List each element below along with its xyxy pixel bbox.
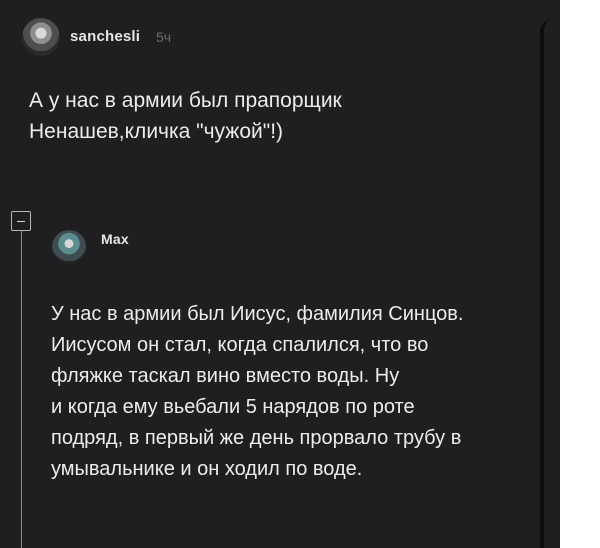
comment-author[interactable]: sanchesli <box>70 28 140 45</box>
reply-avatar[interactable] <box>52 230 86 264</box>
reply-author[interactable]: Max <box>101 231 129 247</box>
comment-line: Ненашев,кличка "чужой"!) <box>29 120 284 143</box>
reply-line: подряд, в первый же день прорвало трубу … <box>51 427 462 449</box>
reply-line: и когда ему вьебали 5 нарядов по роте <box>51 396 415 418</box>
comment-time: 5ч <box>156 29 172 45</box>
user-avatar[interactable] <box>22 18 60 56</box>
reply-line: фляжке таскал вино вместо воды. Ну <box>51 365 400 387</box>
reply-body: У нас в армии был Иисус, фамилия Синцов.… <box>51 299 551 485</box>
reply-line: Иисусом он стал, когда спалился, что во <box>51 334 429 356</box>
comment-body: А у нас в армии был прапорщик Ненашев,кл… <box>29 85 399 147</box>
comment-thread: sanchesli 5ч А у нас в армии был прапорщ… <box>0 0 600 548</box>
frame-curve <box>540 18 554 548</box>
reply-line: умывальнике и он ходил по воде. <box>51 458 363 480</box>
collapse-thread-button[interactable] <box>11 211 31 231</box>
comment-line: А у нас в армии был прапорщик <box>29 89 342 112</box>
outer-background <box>560 0 600 548</box>
thread-line <box>21 230 22 548</box>
reply-line: У нас в армии был Иисус, фамилия Синцов. <box>51 303 464 325</box>
